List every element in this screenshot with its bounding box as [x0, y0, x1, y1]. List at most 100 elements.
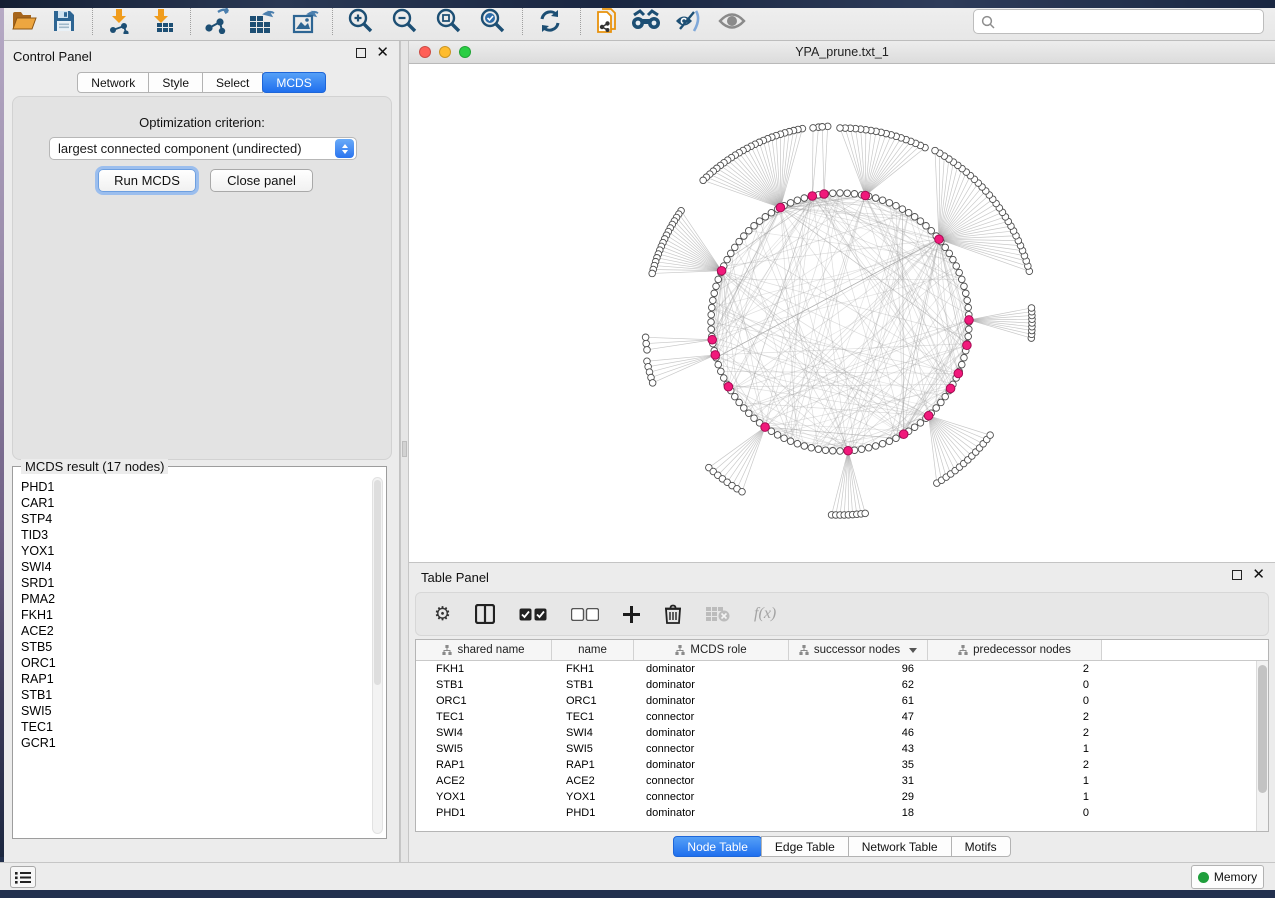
tab-node-table[interactable]: Node Table [673, 836, 762, 857]
table-cell[interactable]: SWI5 [416, 741, 552, 757]
table-scrollbar[interactable] [1256, 661, 1268, 831]
close-panel-icon[interactable]: ✕ [376, 48, 389, 58]
save-icon[interactable] [48, 6, 80, 36]
table-cell[interactable]: connector [634, 709, 789, 725]
tab-network-table[interactable]: Network Table [848, 836, 952, 857]
table-cell[interactable]: YOX1 [416, 789, 552, 805]
export-network-icon[interactable] [202, 6, 234, 36]
mcds-result-item[interactable]: STB5 [21, 639, 366, 655]
table-cell[interactable]: 1 [928, 773, 1102, 789]
table-cell[interactable]: dominator [634, 805, 789, 821]
table-cell[interactable]: 43 [789, 741, 928, 757]
table-cell[interactable]: TEC1 [416, 709, 552, 725]
table-cell[interactable]: ACE2 [416, 773, 552, 789]
tab-network[interactable]: Network [77, 72, 149, 93]
table-row[interactable]: SWI4SWI4dominator462 [416, 725, 1268, 741]
mcds-result-item[interactable]: SWI4 [21, 559, 366, 575]
float-panel-icon[interactable] [356, 48, 366, 58]
tab-edge-table[interactable]: Edge Table [761, 836, 849, 857]
mcds-result-item[interactable]: CAR1 [21, 495, 366, 511]
table-row[interactable]: SWI5SWI5connector431 [416, 741, 1268, 757]
table-cell[interactable]: 96 [789, 661, 928, 677]
zoom-fit-icon[interactable] [432, 6, 464, 36]
table-cell[interactable]: 46 [789, 725, 928, 741]
table-cell[interactable]: connector [634, 789, 789, 805]
mcds-result-item[interactable]: TEC1 [21, 719, 366, 735]
table-cell[interactable]: STB1 [552, 677, 634, 693]
mcds-list-scrollbar[interactable] [372, 477, 383, 834]
panel-splitter[interactable] [400, 41, 409, 862]
table-cell[interactable]: dominator [634, 725, 789, 741]
table-cell[interactable]: 35 [789, 757, 928, 773]
table-cell[interactable]: 1 [928, 789, 1102, 805]
mcds-result-item[interactable]: TID3 [21, 527, 366, 543]
column-header-predecessor-nodes[interactable]: predecessor nodes [928, 640, 1102, 660]
mcds-result-item[interactable]: PHD1 [21, 479, 366, 495]
mcds-result-item[interactable]: ORC1 [21, 655, 366, 671]
table-cell[interactable]: ORC1 [416, 693, 552, 709]
tab-style[interactable]: Style [148, 72, 203, 93]
tab-mcds[interactable]: MCDS [262, 72, 325, 93]
table-cell[interactable]: 31 [789, 773, 928, 789]
show-columns-icon[interactable] [475, 599, 495, 629]
table-cell[interactable]: 0 [928, 805, 1102, 821]
table-settings-icon[interactable]: ⚙ [434, 599, 451, 629]
table-cell[interactable]: SWI4 [552, 725, 634, 741]
column-header-MCDS-role[interactable]: MCDS role [634, 640, 789, 660]
export-table-icon[interactable] [246, 6, 278, 36]
table-cell[interactable]: SWI5 [552, 741, 634, 757]
search-network-icon[interactable] [630, 6, 662, 36]
table-cell[interactable]: 0 [928, 677, 1102, 693]
mcds-result-item[interactable]: RAP1 [21, 671, 366, 687]
zoom-in-icon[interactable] [344, 6, 376, 36]
table-cell[interactable]: 2 [928, 725, 1102, 741]
table-cell[interactable]: dominator [634, 693, 789, 709]
mcds-result-item[interactable]: ACE2 [21, 623, 366, 639]
table-cell[interactable]: RAP1 [416, 757, 552, 773]
table-cell[interactable]: STB1 [416, 677, 552, 693]
table-row[interactable]: FKH1FKH1dominator962 [416, 661, 1268, 677]
task-history-button[interactable] [10, 866, 36, 888]
network-window-titlebar[interactable]: YPA_prune.txt_1 [409, 41, 1275, 64]
memory-button[interactable]: Memory [1191, 865, 1264, 889]
splitter-handle[interactable] [402, 441, 407, 457]
column-header-successor-nodes[interactable]: successor nodes [789, 640, 928, 660]
table-cell[interactable]: FKH1 [416, 661, 552, 677]
close-panel-button[interactable]: Close panel [210, 169, 313, 192]
table-row[interactable]: STB1STB1dominator620 [416, 677, 1268, 693]
table-cell[interactable]: FKH1 [552, 661, 634, 677]
mcds-result-item[interactable]: PMA2 [21, 591, 366, 607]
unselect-all-columns-icon[interactable] [571, 599, 599, 629]
table-row[interactable]: ACE2ACE2connector311 [416, 773, 1268, 789]
mcds-result-item[interactable]: FKH1 [21, 607, 366, 623]
delete-column-icon[interactable] [664, 599, 682, 629]
create-column-icon[interactable] [623, 599, 640, 629]
zoom-out-icon[interactable] [388, 6, 420, 36]
search-box[interactable] [973, 9, 1264, 34]
export-image-icon[interactable] [290, 6, 322, 36]
table-row[interactable]: RAP1RAP1dominator352 [416, 757, 1268, 773]
table-cell[interactable]: ORC1 [552, 693, 634, 709]
hide-edges-icon[interactable] [672, 6, 704, 36]
import-network-icon[interactable] [104, 6, 136, 36]
tab-select[interactable]: Select [202, 72, 263, 93]
network-view[interactable] [409, 64, 1275, 562]
network-graph[interactable] [409, 64, 1275, 562]
table-cell[interactable]: 61 [789, 693, 928, 709]
table-cell[interactable]: 2 [928, 757, 1102, 773]
column-header-shared-name[interactable]: shared name [416, 640, 552, 660]
float-panel-icon[interactable] [1232, 570, 1242, 580]
table-cell[interactable]: 18 [789, 805, 928, 821]
mcds-result-item[interactable]: GCR1 [21, 735, 366, 751]
run-mcds-button[interactable]: Run MCDS [98, 169, 196, 192]
zoom-selected-icon[interactable] [476, 6, 508, 36]
table-cell[interactable]: connector [634, 741, 789, 757]
table-cell[interactable]: 47 [789, 709, 928, 725]
mcds-result-item[interactable]: SWI5 [21, 703, 366, 719]
table-cell[interactable]: TEC1 [552, 709, 634, 725]
show-graphics-icon[interactable] [716, 6, 748, 36]
tab-motifs[interactable]: Motifs [951, 836, 1011, 857]
table-cell[interactable]: dominator [634, 661, 789, 677]
table-cell[interactable]: PHD1 [416, 805, 552, 821]
table-row[interactable]: TEC1TEC1connector472 [416, 709, 1268, 725]
